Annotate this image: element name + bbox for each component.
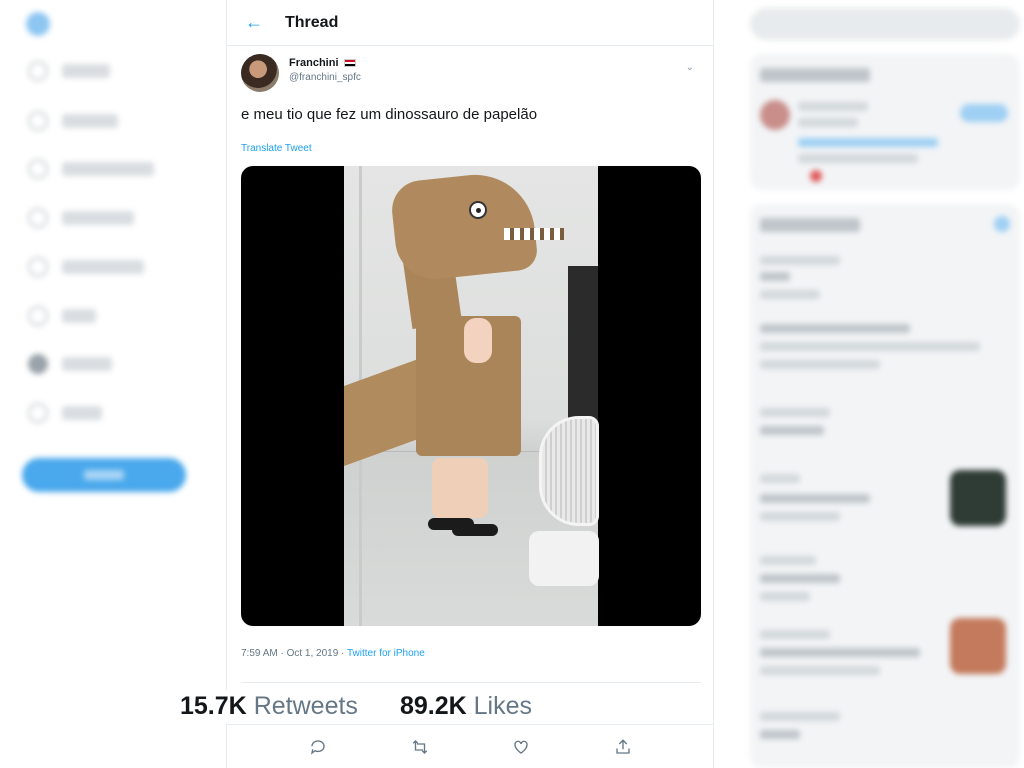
- mail-icon: [28, 208, 48, 228]
- tweet: Franchini @franchini_spfc ⌄ e meu tio qu…: [227, 46, 714, 659]
- retweet-icon[interactable]: [410, 737, 430, 757]
- tweet-meta: 7:59 AM · Oct 1, 2019 · Twitter for iPho…: [241, 648, 700, 659]
- flag-icon: [343, 59, 356, 67]
- page-title: Thread: [285, 13, 339, 31]
- author-name[interactable]: Franchini: [289, 57, 339, 69]
- tweet-video[interactable]: [241, 166, 701, 626]
- trend-thumbnail[interactable]: [950, 470, 1006, 526]
- right-sidebar: [746, 0, 1024, 768]
- list-icon: [28, 306, 48, 326]
- tweet-author: Franchini @franchini_spfc ⌄: [241, 54, 700, 92]
- twitter-logo-icon[interactable]: [26, 12, 50, 36]
- thread-header: ← Thread: [227, 0, 713, 46]
- trends-card: [750, 204, 1020, 768]
- share-icon[interactable]: [613, 737, 633, 757]
- home-icon: [28, 61, 48, 81]
- explore-icon: [28, 111, 48, 131]
- retweets-count: 15.7K: [180, 692, 247, 720]
- thread-column: ← Thread Franchini @franchini_spfc ⌄ e m…: [226, 0, 714, 768]
- author-handle[interactable]: @franchini_spfc: [289, 72, 361, 83]
- reply-icon[interactable]: [308, 737, 328, 757]
- tweet-stats: 15.7K Retweets 89.2K Likes: [176, 690, 596, 723]
- likes-stat[interactable]: 89.2K Likes: [400, 692, 532, 721]
- retweets-stat[interactable]: 15.7K Retweets: [180, 692, 358, 721]
- like-icon[interactable]: [511, 737, 531, 757]
- tweet-actions: [227, 724, 714, 768]
- nav-item-lists[interactable]: [28, 305, 96, 327]
- bell-icon: [28, 159, 48, 179]
- profile-icon: [28, 354, 48, 374]
- who-to-follow-card: [750, 54, 1020, 190]
- tweet-button[interactable]: [22, 458, 186, 492]
- trend-thumbnail[interactable]: [950, 618, 1006, 674]
- search-input[interactable]: [750, 8, 1020, 40]
- nav-item-profile[interactable]: [28, 353, 112, 375]
- dinosaur-teeth: [504, 228, 564, 240]
- likes-label: Likes: [473, 692, 533, 720]
- child-arm: [464, 318, 492, 363]
- avatar[interactable]: [241, 54, 279, 92]
- tweet-timestamp[interactable]: 7:59 AM · Oct 1, 2019 ·: [241, 648, 347, 659]
- tweet-text: e meu tio que fez um dinossauro de papel…: [241, 106, 538, 123]
- dinosaur-eye: [469, 201, 487, 219]
- nav-item-notifications[interactable]: [28, 158, 154, 180]
- fan: [539, 416, 599, 526]
- left-sidebar: [0, 0, 226, 768]
- chevron-down-icon[interactable]: ⌄: [686, 62, 694, 73]
- nav-item-bookmarks[interactable]: [28, 256, 144, 278]
- nav-item-messages[interactable]: [28, 207, 134, 229]
- translate-tweet-link[interactable]: Translate Tweet: [241, 143, 700, 154]
- more-icon: [28, 403, 48, 423]
- bookmark-icon: [28, 257, 48, 277]
- back-arrow-icon[interactable]: ←: [245, 12, 285, 33]
- likes-count: 89.2K: [399, 692, 467, 720]
- fan-base: [529, 531, 599, 586]
- nav-item-explore[interactable]: [28, 110, 118, 132]
- video-frame: [344, 166, 599, 626]
- child-legs: [432, 458, 488, 518]
- tweet-source-link[interactable]: Twitter for iPhone: [347, 648, 425, 659]
- retweets-label: Retweets: [253, 692, 358, 720]
- nav-item-home[interactable]: [28, 60, 110, 82]
- nav-item-more[interactable]: [28, 402, 102, 424]
